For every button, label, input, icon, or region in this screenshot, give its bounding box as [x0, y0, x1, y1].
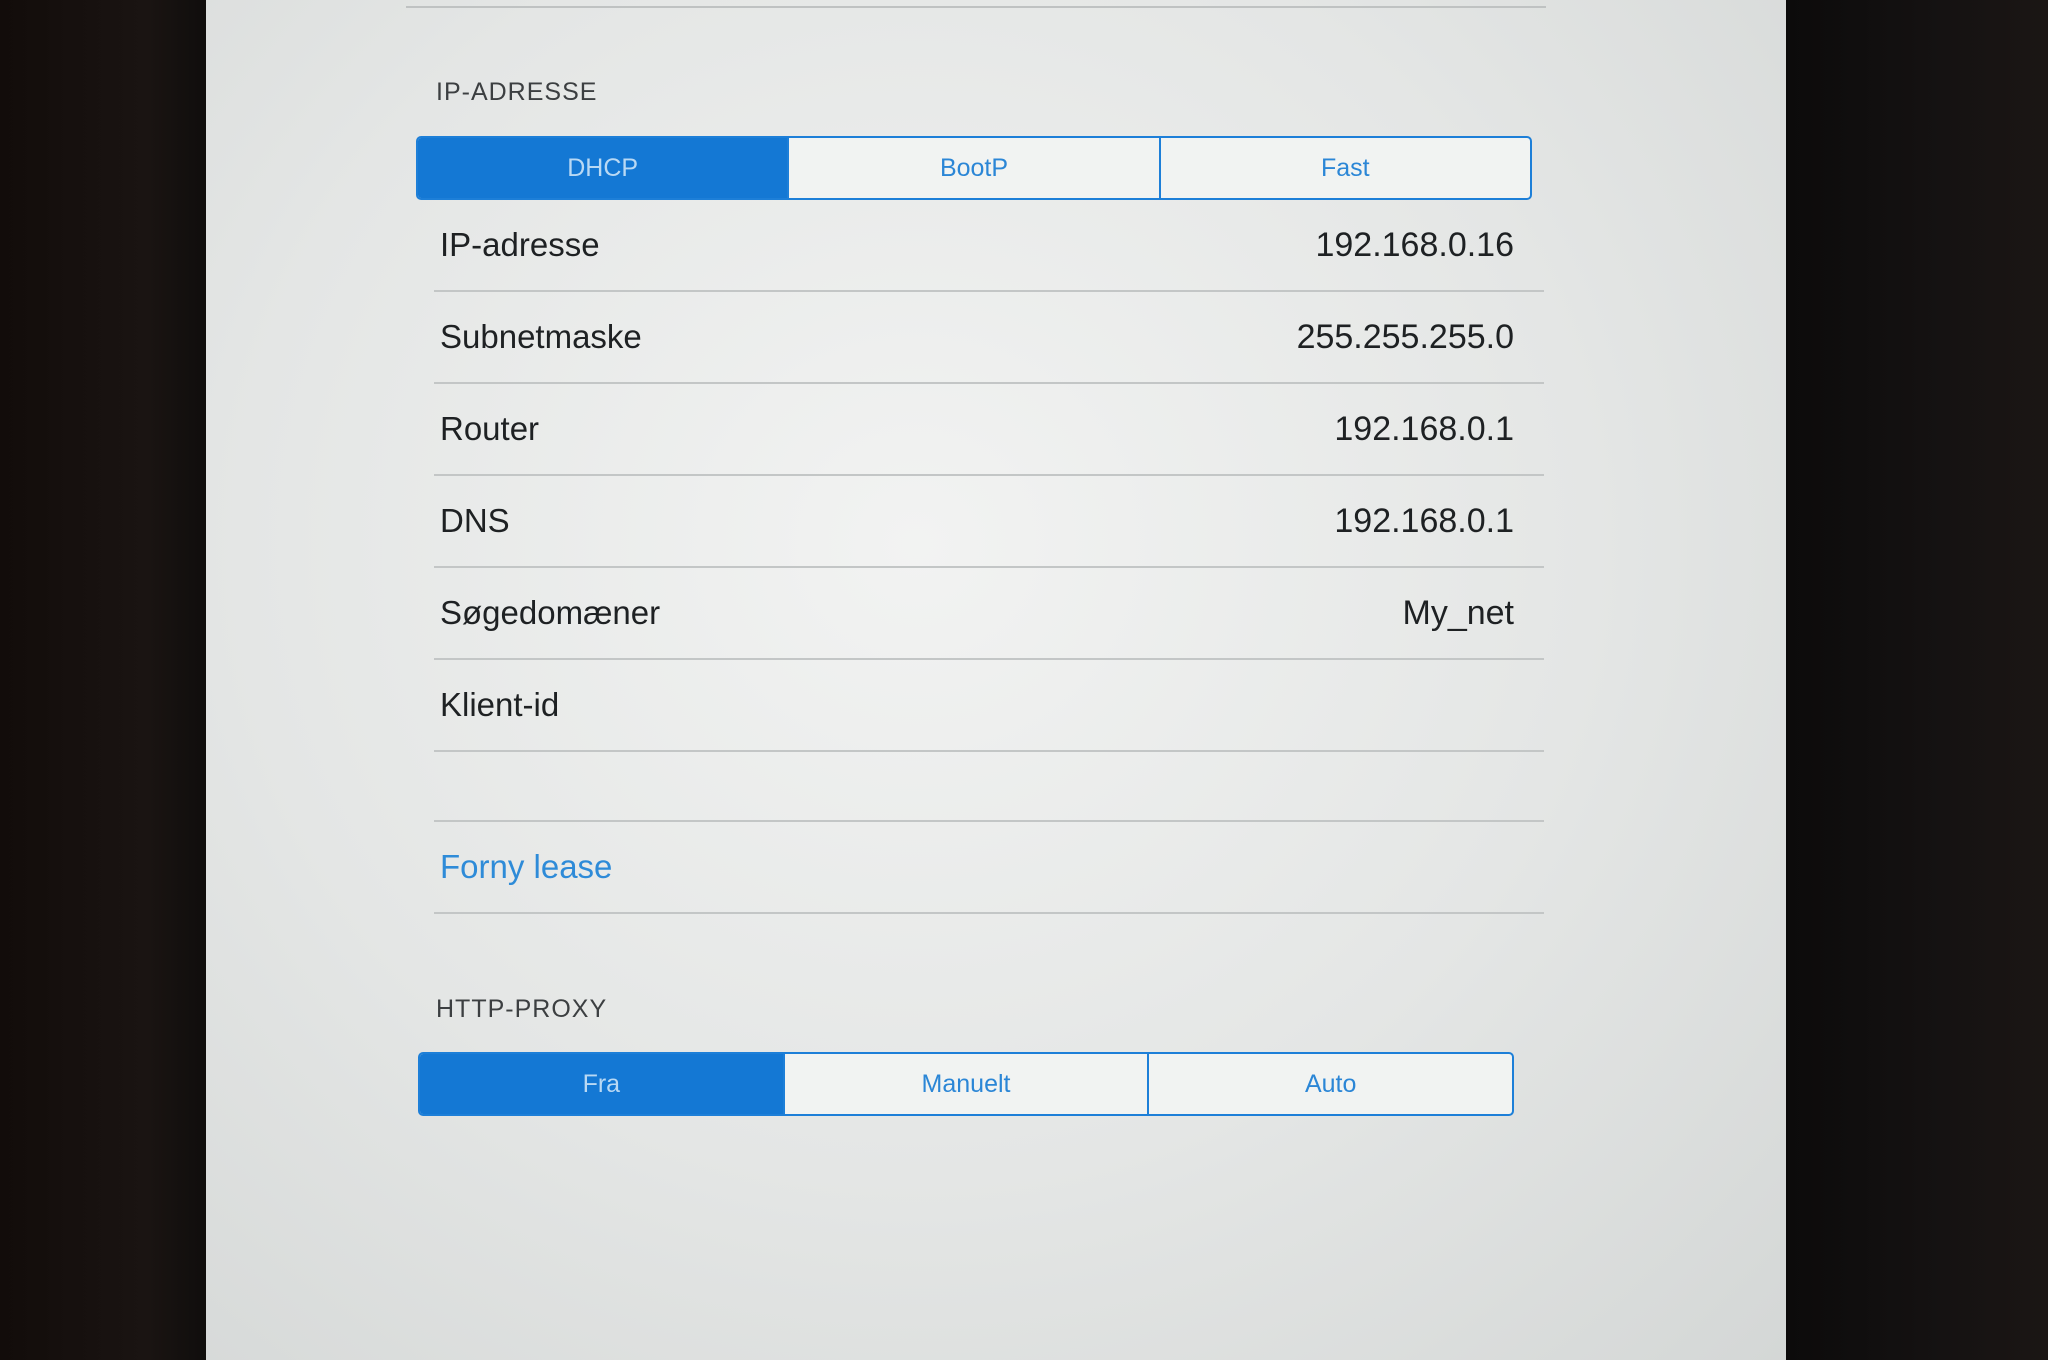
row-subnet-mask[interactable]: Subnetmaske 255.255.255.0	[434, 292, 1544, 384]
row-value: 192.168.0.1	[1334, 409, 1514, 448]
row-label: Søgedomæner	[440, 594, 661, 631]
row-ip-address[interactable]: IP-adresse 192.168.0.16	[434, 200, 1544, 292]
row-search-domains[interactable]: Søgedomæner My_net	[434, 568, 1544, 660]
row-label: Router	[440, 410, 540, 447]
row-label: DNS	[440, 502, 510, 539]
segment-bootp[interactable]: BootP	[787, 138, 1158, 198]
renew-lease-label: Forny lease	[440, 848, 613, 885]
row-label: Subnetmaske	[440, 318, 642, 355]
row-client-id[interactable]: Klient-id	[434, 660, 1544, 752]
device-bezel-right	[1788, 0, 2048, 1360]
row-label: Klient-id	[440, 686, 560, 723]
ip-mode-segmented-control: DHCP BootP Fast	[416, 136, 1532, 200]
segment-auto[interactable]: Auto	[1147, 1054, 1512, 1114]
proxy-mode-segmented-control: Fra Manuelt Auto	[418, 1052, 1514, 1116]
row-router[interactable]: Router 192.168.0.1	[434, 384, 1544, 476]
row-value: 255.255.255.0	[1296, 317, 1514, 356]
device-bezel-left	[0, 0, 210, 1360]
spacer-row	[434, 752, 1544, 822]
segment-dhcp[interactable]: DHCP	[418, 138, 788, 198]
ip-details-list: IP-adresse 192.168.0.16 Subnetmaske 255.…	[434, 200, 1544, 914]
row-value: 192.168.0.1	[1334, 501, 1514, 540]
top-divider	[406, 6, 1546, 8]
settings-screen: IP-ADRESSE DHCP BootP Fast IP-adresse 19…	[206, 0, 1786, 1360]
proxy-section-header: HTTP-PROXY	[436, 995, 608, 1023]
row-value: My_net	[1402, 593, 1515, 632]
renew-lease-button[interactable]: Forny lease	[434, 822, 1544, 914]
row-label: IP-adresse	[440, 226, 600, 263]
ip-section-header: IP-ADRESSE	[436, 78, 598, 106]
segment-off[interactable]: Fra	[420, 1054, 783, 1114]
segment-static[interactable]: Fast	[1158, 138, 1530, 198]
row-dns[interactable]: DNS 192.168.0.1	[434, 476, 1544, 568]
row-value: 192.168.0.16	[1315, 225, 1514, 264]
segment-manual[interactable]: Manuelt	[782, 1054, 1148, 1114]
